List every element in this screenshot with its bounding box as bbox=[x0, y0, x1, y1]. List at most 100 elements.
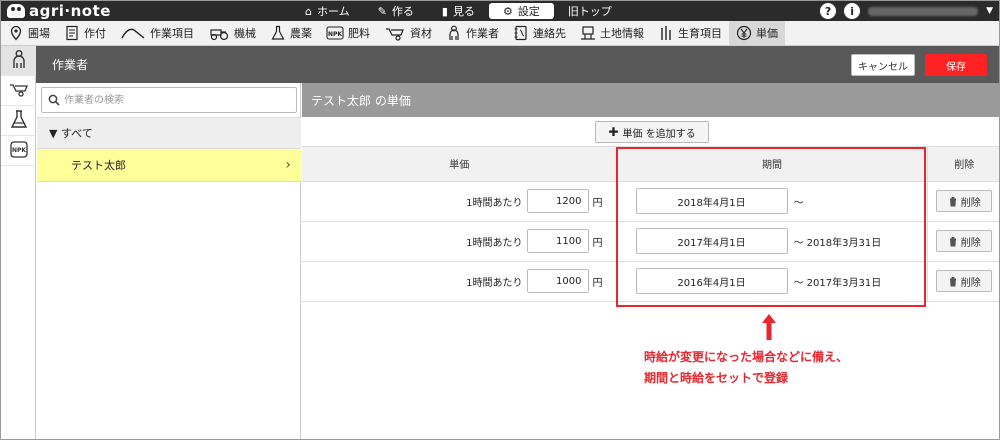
book-icon: ▮ bbox=[441, 4, 448, 18]
trash-icon bbox=[948, 276, 957, 286]
rate-unit: 円 bbox=[592, 197, 603, 209]
topnav-old-top[interactable]: 旧トップ bbox=[554, 3, 626, 19]
rail-fertilizers[interactable]: NPK bbox=[1, 136, 36, 166]
gear-icon: ⚙ bbox=[502, 4, 513, 18]
contacts-icon bbox=[513, 25, 529, 41]
nav-crops[interactable]: 作付 bbox=[57, 21, 113, 45]
save-button[interactable]: 保存 bbox=[925, 54, 987, 76]
delete-label: 削除 bbox=[960, 237, 981, 249]
worker-list-item[interactable]: テスト太郎 › bbox=[37, 149, 301, 182]
panel-title: テスト太郎 の単価 bbox=[302, 83, 999, 117]
user-menu-caret-icon[interactable]: ▼ bbox=[986, 6, 993, 16]
rate-label: 1時間あたり bbox=[466, 197, 523, 209]
user-name-redacted[interactable] bbox=[868, 6, 979, 16]
document-icon bbox=[64, 25, 80, 41]
feedback-icon[interactable]: i bbox=[844, 3, 861, 19]
period-highlight-box bbox=[616, 147, 926, 307]
home-icon: ⌂ bbox=[305, 4, 312, 18]
nav-work-items[interactable]: 作業項目 bbox=[113, 21, 201, 45]
delete-button[interactable]: 削除 bbox=[936, 190, 993, 212]
help-icon[interactable]: ? bbox=[820, 3, 837, 19]
cancel-button[interactable]: キャンセル bbox=[851, 54, 915, 76]
nav-fertilizers[interactable]: NPK 肥料 bbox=[319, 21, 377, 45]
rate-input[interactable] bbox=[526, 189, 589, 213]
topnav-settings[interactable]: ⚙ 設定 bbox=[488, 3, 554, 19]
npk-badge-text: NPK bbox=[328, 31, 342, 38]
category-rail: NPK bbox=[1, 46, 36, 439]
topnav-label: 見る bbox=[452, 5, 475, 18]
annotation-line-1: 時給が変更になった場合などに備え、 bbox=[644, 350, 849, 364]
nav-label: 農薬 bbox=[290, 27, 312, 40]
nav-label: 連絡先 bbox=[533, 27, 566, 40]
flask-icon bbox=[270, 25, 286, 41]
rate-label: 1時間あたり bbox=[466, 237, 523, 249]
delete-label: 削除 bbox=[960, 197, 981, 209]
nav-label: 圃場 bbox=[28, 27, 50, 40]
fertilizer-npk-icon: NPK bbox=[9, 139, 29, 162]
nav-pesticides[interactable]: 農薬 bbox=[263, 21, 319, 45]
top-nav: ⌂ ホーム ✎ 作る ▮ 見る ⚙ 設定 旧トップ bbox=[291, 3, 626, 19]
master-nav-bar: 圃場 作付 作業項目 機械 農薬 NPK 肥料 資材 作業者 連絡先 土地情報 … bbox=[1, 21, 999, 46]
add-button-label: 単価 を追加する bbox=[622, 128, 696, 140]
add-row: ✚ 単価 を追加する bbox=[302, 117, 999, 147]
wheelbarrow-icon bbox=[9, 79, 29, 102]
search-box bbox=[41, 87, 297, 113]
topnav-label: 旧トップ bbox=[567, 5, 612, 18]
delete-label: 削除 bbox=[960, 277, 981, 289]
topnav-home[interactable]: ⌂ ホーム bbox=[291, 3, 364, 19]
rate-unit: 円 bbox=[592, 277, 603, 289]
page-header: 作業者 キャンセル 保存 bbox=[36, 46, 999, 83]
nav-label: 肥料 bbox=[348, 27, 370, 40]
nav-label: 作業者 bbox=[466, 27, 499, 40]
topnav-create[interactable]: ✎ 作る bbox=[364, 3, 428, 19]
search-icon bbox=[48, 94, 60, 106]
nav-workers[interactable]: 作業者 bbox=[439, 21, 506, 45]
delete-button[interactable]: 削除 bbox=[936, 270, 993, 292]
flask-icon bbox=[9, 109, 29, 132]
chevron-right-icon: › bbox=[285, 157, 291, 173]
rail-workers[interactable] bbox=[1, 46, 36, 76]
npk-badge-text: NPK bbox=[11, 147, 25, 154]
rate-input[interactable] bbox=[526, 269, 589, 293]
search-input[interactable] bbox=[64, 91, 290, 109]
nav-fields[interactable]: 圃場 bbox=[1, 21, 57, 45]
top-bar: agri·note ⌂ ホーム ✎ 作る ▮ 見る ⚙ 設定 旧トップ ? i … bbox=[1, 1, 999, 21]
column-header-rate: 単価 bbox=[302, 147, 618, 182]
nav-label: 生育項目 bbox=[678, 27, 722, 40]
tractor-icon bbox=[208, 25, 230, 41]
nav-machines[interactable]: 機械 bbox=[201, 21, 263, 45]
topnav-label: ホーム bbox=[316, 5, 350, 18]
nav-unit-price[interactable]: 単価 bbox=[729, 21, 785, 45]
trash-icon bbox=[948, 196, 957, 206]
rail-pesticides[interactable] bbox=[1, 106, 36, 136]
nav-materials[interactable]: 資材 bbox=[377, 21, 439, 45]
nav-label: 作業項目 bbox=[150, 27, 194, 40]
top-right-controls: ? i ▼ bbox=[820, 2, 993, 20]
rail-materials[interactable] bbox=[1, 76, 36, 106]
nav-label: 資材 bbox=[410, 27, 432, 40]
nav-contacts[interactable]: 連絡先 bbox=[506, 21, 573, 45]
logo[interactable]: agri·note bbox=[7, 2, 111, 20]
topnav-view[interactable]: ▮ 見る bbox=[428, 3, 489, 19]
topnav-label: 作る bbox=[391, 5, 414, 18]
tree-group-all[interactable]: ▼ すべて bbox=[37, 117, 301, 149]
rate-unit: 円 bbox=[592, 237, 603, 249]
add-unit-price-button[interactable]: ✚ 単価 を追加する bbox=[595, 121, 709, 143]
logo-icon bbox=[7, 4, 25, 18]
delete-button[interactable]: 削除 bbox=[936, 230, 993, 252]
nav-label: 土地情報 bbox=[600, 27, 644, 40]
page-title: 作業者 bbox=[52, 58, 89, 72]
yen-icon bbox=[736, 25, 752, 41]
wheelbarrow-icon bbox=[384, 25, 406, 41]
rate-input[interactable] bbox=[526, 229, 589, 253]
worker-list-panel: ▼ すべて テスト太郎 › bbox=[37, 83, 301, 439]
worker-name: テスト太郎 bbox=[71, 159, 126, 172]
arrow-up-icon bbox=[762, 314, 776, 340]
annotation-line-2: 期間と時給をセットで登録 bbox=[644, 371, 789, 385]
topnav-label: 設定 bbox=[517, 5, 540, 18]
nav-label: 機械 bbox=[234, 27, 256, 40]
annotation-note: 時給が変更になった場合などに備え、 期間と時給をセットで登録 bbox=[644, 347, 944, 389]
work-item-icon bbox=[120, 25, 146, 41]
nav-growth-items[interactable]: 生育項目 bbox=[651, 21, 729, 45]
nav-land-info[interactable]: 土地情報 bbox=[573, 21, 651, 45]
